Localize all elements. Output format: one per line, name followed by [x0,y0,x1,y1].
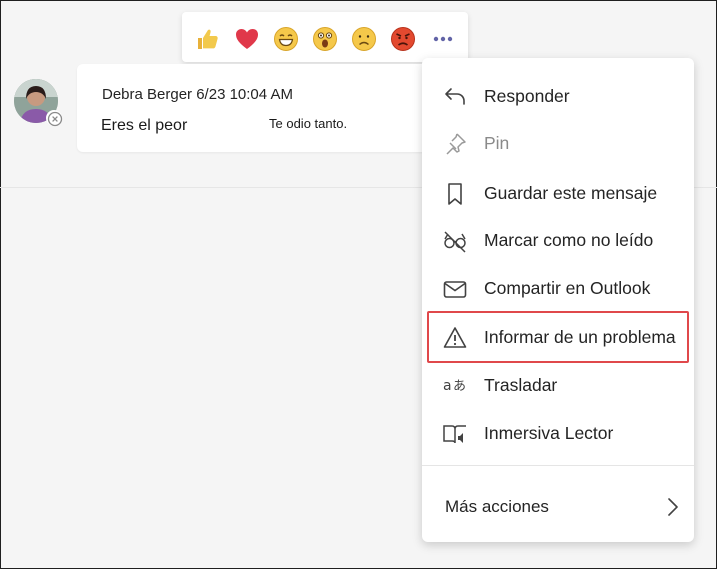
like-icon[interactable] [194,26,220,52]
menu-item-pin[interactable]: Pin [422,123,694,163]
message-annotation: Te odio tanto. [269,116,348,131]
menu-item-label: Marcar como no leído [484,230,654,250]
mail-icon [442,276,468,302]
bookmark-icon [442,181,468,207]
menu-item-label: Pin [484,133,510,153]
presence-offline-icon [46,110,63,127]
menu-item-immersive-reader[interactable]: Inmersiva Lector [422,413,694,453]
message-context-menu: Responder Pin Guardar este mensaje Marca… [422,58,694,542]
menu-item-reply[interactable]: Responder [422,76,694,116]
menu-item-save[interactable]: Guardar este mensaje [422,173,694,213]
menu-item-label: Más acciones [445,497,549,516]
menu-item-share-outlook[interactable]: Compartir en Outlook [422,268,694,308]
sad-icon[interactable] [351,26,377,52]
menu-item-mark-unread[interactable]: Marcar como no leído [422,220,694,260]
message-text: Eres el peor [101,117,188,134]
menu-item-label: Inmersiva Lector [484,423,614,443]
chevron-right-icon [666,496,680,518]
laugh-icon[interactable] [273,26,299,52]
menu-item-label: Trasladar [484,375,558,395]
menu-item-more-actions[interactable]: Más acciones [422,488,694,524]
menu-item-label: Responder [484,86,570,106]
angry-icon[interactable] [390,26,416,52]
highlight-box [427,311,689,363]
menu-separator [422,465,694,466]
menu-item-label: Guardar este mensaje [484,183,658,203]
more-reactions-icon[interactable] [430,26,456,52]
message-bubble[interactable]: Debra Berger 6/23 10:04 AM Eres el peor … [77,64,457,152]
message-header: Debra Berger 6/23 10:04 AM [102,86,293,103]
svg-text:a: a [443,378,452,394]
pin-icon [442,131,468,157]
reply-icon [442,84,468,110]
translate-icon: aあ [442,373,468,399]
reaction-bar [182,12,468,62]
surprised-icon[interactable] [312,26,338,52]
unread-icon [442,228,468,254]
immersive-reader-icon [442,421,468,447]
menu-item-translate[interactable]: aあ Trasladar [422,365,694,405]
menu-item-label: Compartir en Outlook [484,278,651,298]
heart-icon[interactable] [234,26,260,52]
svg-text:あ: あ [453,379,466,394]
